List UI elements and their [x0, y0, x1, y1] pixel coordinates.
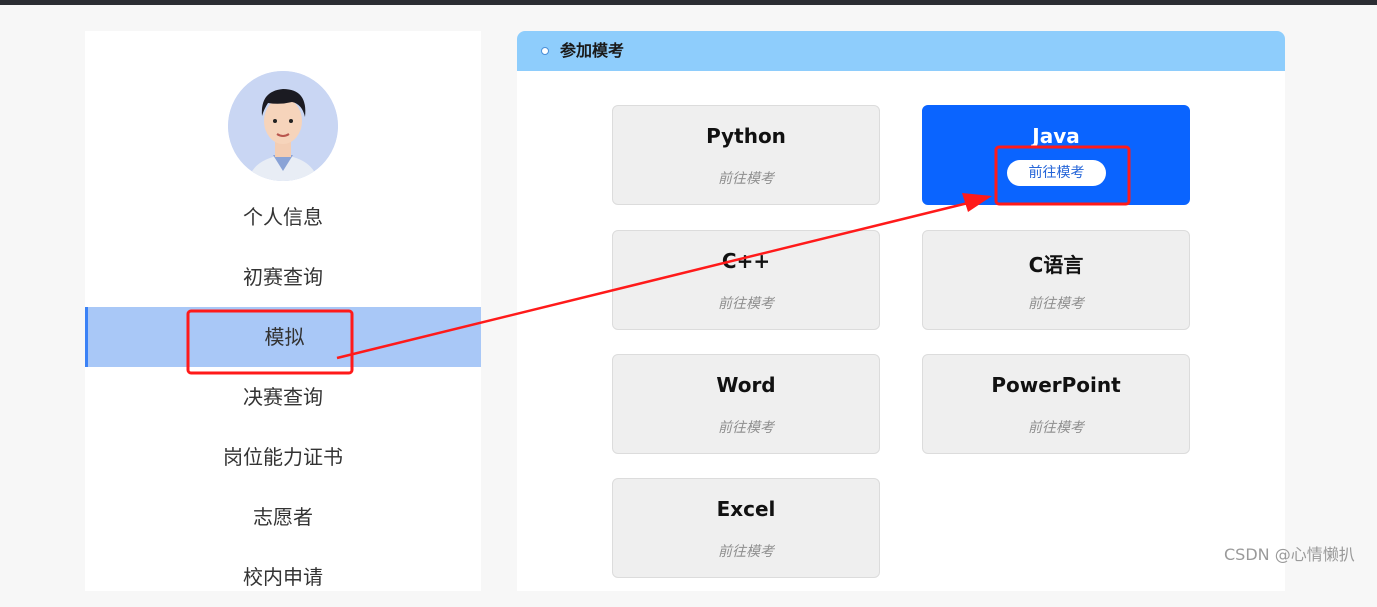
card-action-link[interactable]: 前往模考	[613, 541, 879, 561]
sidebar-item-final-query[interactable]: 决赛查询	[85, 367, 481, 427]
card-title: Python	[706, 124, 786, 148]
exam-card-java[interactable]: Java 前往模考	[922, 105, 1190, 205]
sidebar: 个人信息 初赛查询 模拟 决赛查询 岗位能力证书 志愿者 校内申请	[85, 31, 481, 591]
exam-card-python[interactable]: Python 前往模考	[612, 105, 880, 205]
avatar-illustration	[228, 71, 338, 181]
exam-card-c[interactable]: C语言 前往模考	[922, 230, 1190, 330]
exam-card-cpp[interactable]: C++ 前往模考	[612, 230, 880, 330]
card-title: C语言	[1028, 253, 1084, 277]
exam-card-powerpoint[interactable]: PowerPoint 前往模考	[922, 354, 1190, 454]
card-title: C++	[721, 249, 771, 273]
card-title: Word	[716, 373, 776, 397]
exam-card-excel[interactable]: Excel 前往模考	[612, 478, 880, 578]
card-action-link[interactable]: 前往模考	[613, 168, 879, 188]
go-to-exam-button[interactable]: 前往模考	[1007, 160, 1106, 186]
card-action-link[interactable]: 前往模考	[923, 293, 1189, 313]
sidebar-item-school-application[interactable]: 校内申请	[85, 547, 481, 607]
card-action-link[interactable]: 前往模考	[613, 417, 879, 437]
section-title: 参加模考	[560, 41, 625, 60]
bullet-icon	[541, 47, 549, 55]
section-header: 参加模考	[517, 31, 1285, 71]
card-title: Excel	[716, 497, 776, 521]
card-action-link[interactable]: 前往模考	[923, 417, 1189, 437]
exam-card-word[interactable]: Word 前往模考	[612, 354, 880, 454]
avatar[interactable]	[228, 71, 338, 181]
sidebar-item-preliminary-query[interactable]: 初赛查询	[85, 247, 481, 307]
top-bar	[0, 0, 1377, 5]
sidebar-item-personal-info[interactable]: 个人信息	[85, 187, 481, 247]
card-action-link[interactable]: 前往模考	[613, 293, 879, 313]
sidebar-item-job-certificate[interactable]: 岗位能力证书	[85, 427, 481, 487]
card-title: Java	[1032, 124, 1080, 148]
sidebar-item-mock-exam[interactable]: 模拟	[85, 307, 481, 367]
card-title: PowerPoint	[991, 373, 1121, 397]
sidebar-item-volunteer[interactable]: 志愿者	[85, 487, 481, 547]
watermark: CSDN @心情懒扒	[1224, 545, 1355, 564]
main-panel: 参加模考 Python 前往模考 Java 前往模考 C++ 前往模考 C语言 …	[517, 31, 1285, 591]
